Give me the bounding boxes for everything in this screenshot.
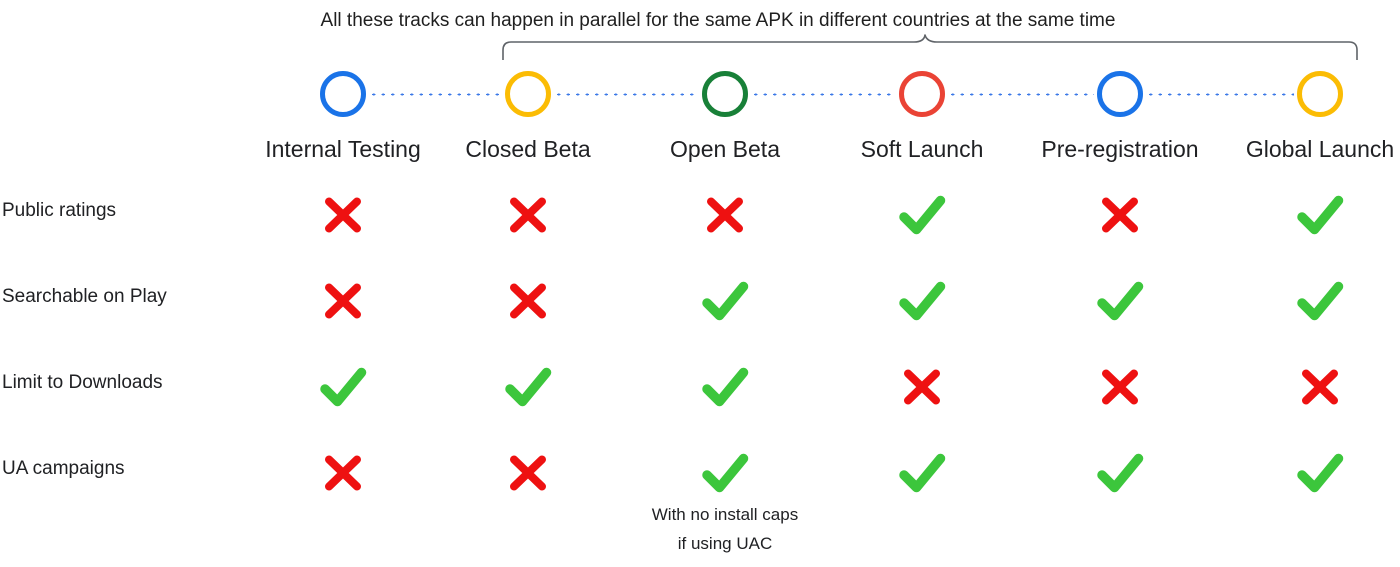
row-label-public-ratings: Public ratings bbox=[2, 200, 117, 221]
mark-cross-limit-to-downloads-global-launch bbox=[1293, 360, 1347, 414]
timeline-connector-dots bbox=[948, 92, 1094, 97]
column-label-closed-beta: Closed Beta bbox=[465, 136, 591, 162]
mark-check-limit-to-downloads-closed-beta bbox=[501, 360, 555, 414]
mark-check-ua-campaigns-soft-launch bbox=[895, 446, 949, 500]
row-label-searchable-on-play: Searchable on Play bbox=[2, 286, 167, 307]
column-label-internal-testing: Internal Testing bbox=[265, 136, 421, 162]
column-label-soft-launch: Soft Launch bbox=[860, 136, 984, 162]
mark-check-searchable-on-play-soft-launch bbox=[895, 274, 949, 328]
mark-cross-public-ratings-internal-testing bbox=[316, 188, 370, 242]
mark-check-ua-campaigns-open-beta bbox=[698, 446, 752, 500]
mark-check-limit-to-downloads-internal-testing bbox=[316, 360, 370, 414]
timeline-node-open-beta[interactable] bbox=[702, 71, 748, 117]
mark-cross-public-ratings-open-beta bbox=[698, 188, 752, 242]
mark-cross-limit-to-downloads-soft-launch bbox=[895, 360, 949, 414]
mark-check-searchable-on-play-global-launch bbox=[1293, 274, 1347, 328]
header-note: All these tracks can happen in parallel … bbox=[0, 8, 1400, 34]
footnote-open-beta: With no install caps if using UAC bbox=[575, 500, 875, 558]
mark-cross-searchable-on-play-closed-beta bbox=[501, 274, 555, 328]
curly-brace bbox=[500, 34, 1360, 60]
column-label-pre-registration: Pre-registration bbox=[1041, 136, 1199, 162]
mark-check-ua-campaigns-pre-registration bbox=[1093, 446, 1147, 500]
mark-check-ua-campaigns-global-launch bbox=[1293, 446, 1347, 500]
footnote-line-1: With no install caps bbox=[651, 505, 799, 524]
header-note-text: All these tracks can happen in parallel … bbox=[320, 10, 1116, 31]
mark-cross-ua-campaigns-internal-testing bbox=[316, 446, 370, 500]
timeline-node-global-launch[interactable] bbox=[1297, 71, 1343, 117]
timeline-connector-dots bbox=[554, 92, 699, 97]
timeline-node-internal-testing[interactable] bbox=[320, 71, 366, 117]
timeline-connector-dots bbox=[751, 92, 896, 97]
row-label-ua-campaigns: UA campaigns bbox=[2, 458, 125, 479]
mark-check-searchable-on-play-open-beta bbox=[698, 274, 752, 328]
mark-cross-limit-to-downloads-pre-registration bbox=[1093, 360, 1147, 414]
mark-check-limit-to-downloads-open-beta bbox=[698, 360, 752, 414]
footnote-line-2: if using UAC bbox=[677, 534, 773, 553]
mark-cross-public-ratings-closed-beta bbox=[501, 188, 555, 242]
column-label-global-launch: Global Launch bbox=[1245, 136, 1395, 162]
timeline-node-soft-launch[interactable] bbox=[899, 71, 945, 117]
timeline-connector-dots bbox=[1146, 92, 1294, 97]
column-label-open-beta: Open Beta bbox=[670, 136, 780, 162]
row-label-limit-to-downloads: Limit to Downloads bbox=[2, 372, 163, 393]
mark-cross-searchable-on-play-internal-testing bbox=[316, 274, 370, 328]
mark-check-public-ratings-soft-launch bbox=[895, 188, 949, 242]
timeline-node-closed-beta[interactable] bbox=[505, 71, 551, 117]
timeline-connector-dots bbox=[369, 92, 502, 97]
timeline-node-pre-registration[interactable] bbox=[1097, 71, 1143, 117]
track-timeline-and-matrix: Internal Testing Closed Beta Open Beta Soft… bbox=[0, 0, 1400, 567]
mark-cross-public-ratings-pre-registration bbox=[1093, 188, 1147, 242]
mark-cross-ua-campaigns-closed-beta bbox=[501, 446, 555, 500]
mark-check-public-ratings-global-launch bbox=[1293, 188, 1347, 242]
mark-check-searchable-on-play-pre-registration bbox=[1093, 274, 1147, 328]
